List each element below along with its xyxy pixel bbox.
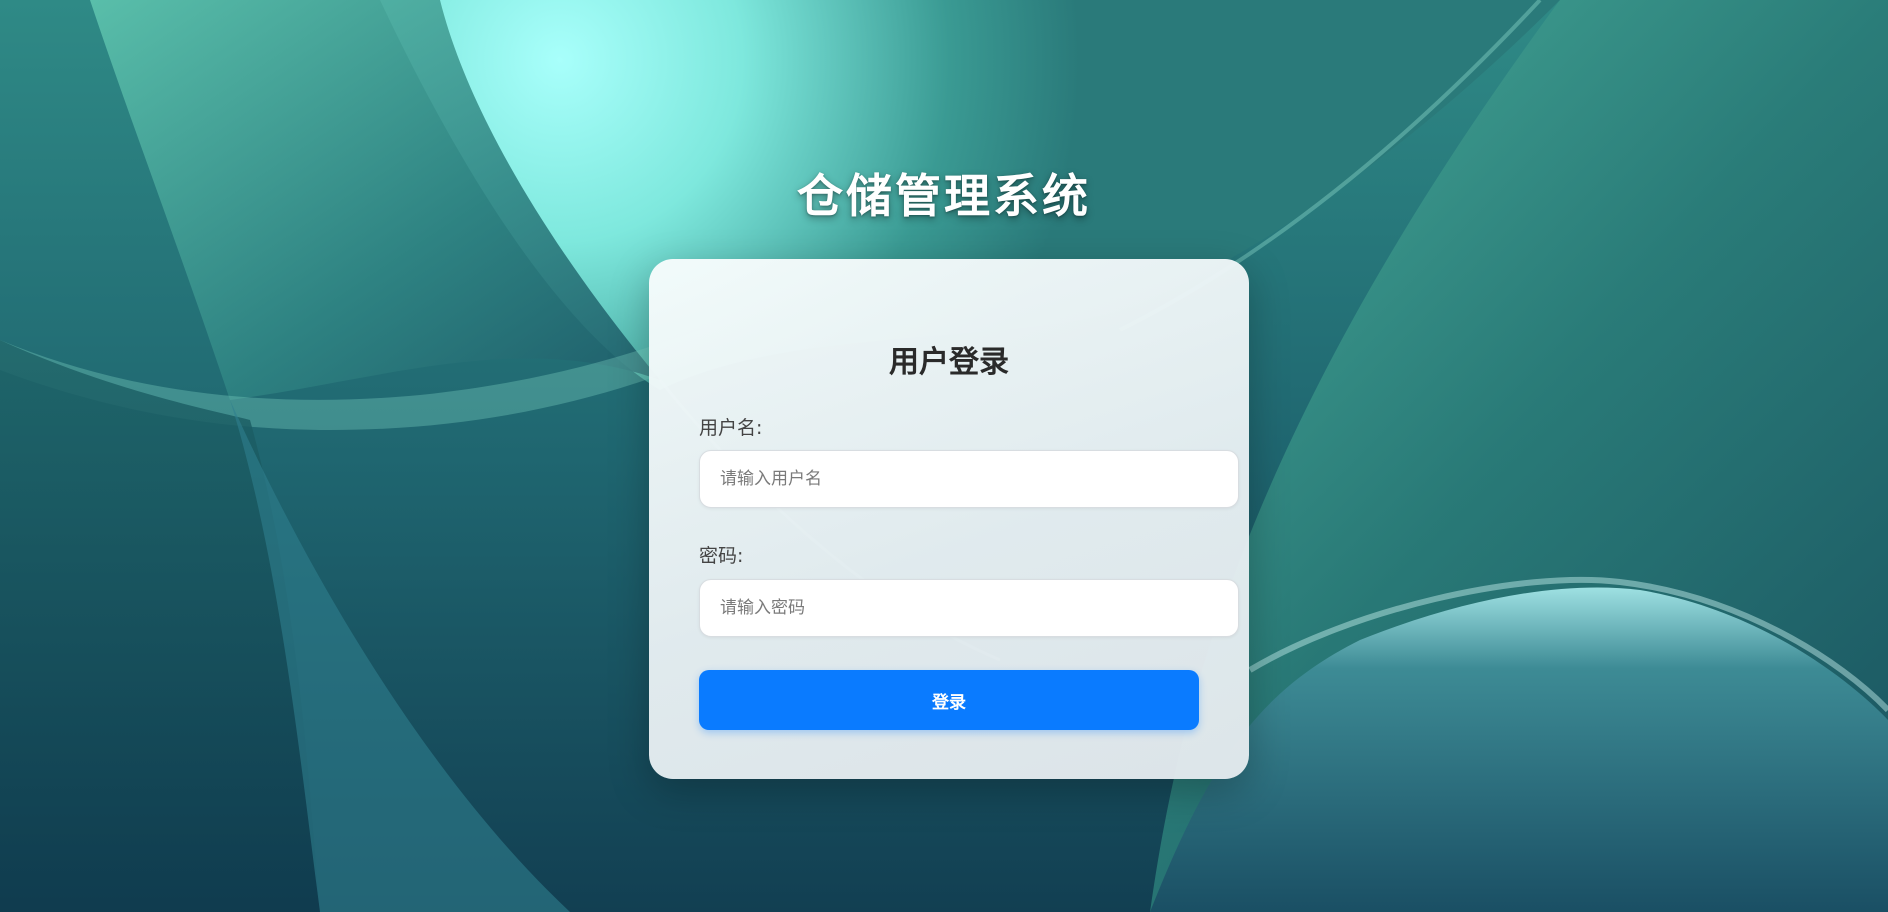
password-label: 密码:: [699, 545, 744, 567]
system-title: 仓储管理系统: [797, 169, 1091, 223]
login-card: 用户登录 用户名: 密码: 登录: [649, 259, 1249, 779]
login-form-title: 用户登录: [889, 345, 1009, 380]
password-input[interactable]: [699, 579, 1239, 637]
username-label: 用户名:: [699, 417, 763, 439]
login-button[interactable]: 登录: [699, 670, 1199, 730]
login-page: 仓储管理系统 用户登录 用户名: 密码: 登录: [0, 0, 1888, 912]
username-input[interactable]: [699, 450, 1239, 508]
